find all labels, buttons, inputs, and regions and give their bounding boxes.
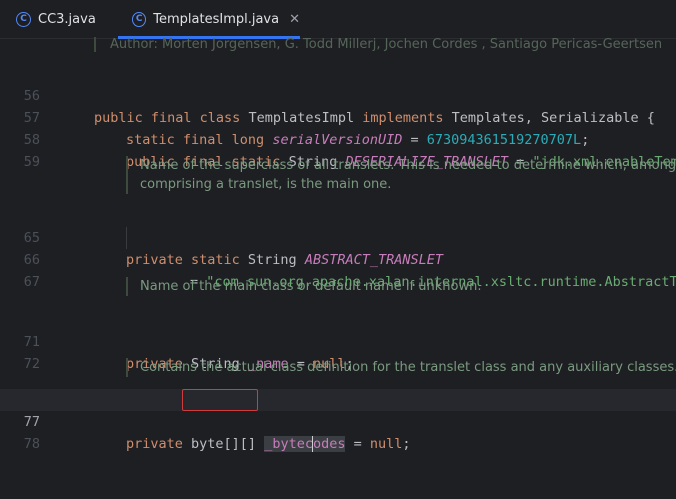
- doc-comment-name: Name of the main class or default name i…: [126, 277, 481, 296]
- code-line-72: 72: [0, 331, 676, 372]
- highlight-box-byte-array: [182, 389, 258, 411]
- code-line-59: 59: [0, 129, 676, 170]
- code-line-57: 57 static final long serialVersionUID = …: [0, 85, 676, 148]
- line-number: 67: [23, 274, 40, 290]
- code-line-67: 67: [0, 249, 676, 290]
- line-number: 78: [23, 436, 40, 452]
- close-icon[interactable]: ✕: [289, 12, 300, 27]
- code-line-66: 66 = "com.sun.org.apache.xalan.internal.…: [0, 227, 676, 290]
- line-number: 72: [23, 356, 40, 372]
- doc-comment-bytecodes: Contains the actual class definition for…: [126, 358, 676, 377]
- code-line-77-current[interactable]: 77 private byte[][] _bytecodes = null;: [0, 389, 676, 452]
- code-line-71: 71 private String _name = null;: [0, 309, 676, 372]
- code-editor[interactable]: Author: Morten Jorgensen, G. Todd Miller…: [0, 37, 676, 452]
- code-line-65: 65 private static String ABSTRACT_TRANSL…: [0, 205, 676, 268]
- doc-comment-author: Author: Morten Jorgensen, G. Todd Miller…: [94, 37, 662, 52]
- code-line-56: 56 public final class TemplatesImpl impl…: [0, 63, 676, 126]
- code-line-78: 78: [0, 411, 676, 452]
- tab-templatesimpl-java[interactable]: C TemplatesImpl.java ✕: [118, 0, 300, 39]
- tab-label: CC3.java: [38, 11, 96, 27]
- doc-comment-abstract-translet: Name of the superclass of all translets.…: [126, 156, 676, 194]
- java-class-icon: C: [16, 11, 31, 27]
- java-class-icon: C: [132, 11, 147, 27]
- editor-tab-bar: C CC3.java C TemplatesImpl.java ✕: [0, 0, 676, 39]
- tab-label: TemplatesImpl.java: [153, 11, 280, 27]
- line-number: 59: [23, 154, 40, 170]
- tab-cc3-java[interactable]: C CC3.java: [16, 0, 96, 38]
- code-line-58: 58 public final static String DESERIALIZ…: [0, 107, 676, 170]
